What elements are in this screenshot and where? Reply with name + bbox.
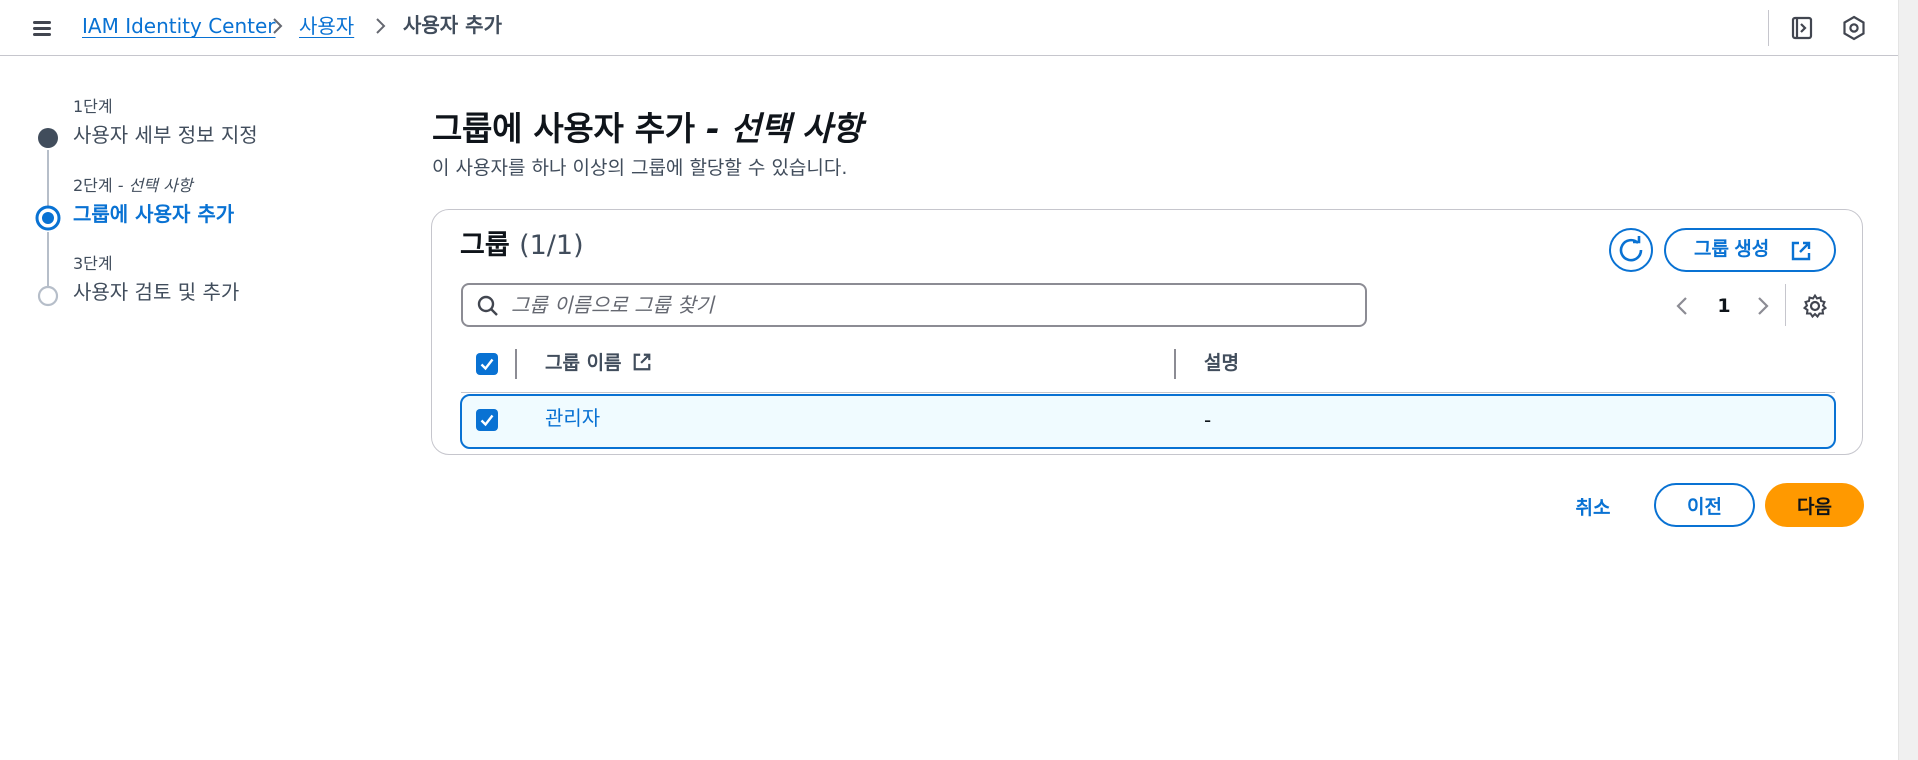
- topbar-divider: [1768, 10, 1769, 46]
- page-title: 그룹에 사용자 추가 - 선택 사항: [432, 109, 863, 148]
- step-2-title: 그룹에 사용자 추가: [73, 202, 235, 226]
- group-name-link[interactable]: 관리자: [545, 405, 600, 431]
- chevron-right-icon[interactable]: [1750, 294, 1774, 318]
- side-panel-icon[interactable]: [1788, 14, 1816, 42]
- top-navigation-bar: IAM Identity Center 사용자 사용자 추가: [0, 0, 1898, 56]
- step-3-title: 사용자 검토 및 추가: [73, 280, 240, 304]
- search-input[interactable]: [511, 291, 1351, 319]
- step-completed-icon: [38, 128, 58, 148]
- gear-icon[interactable]: [1802, 293, 1828, 319]
- chevron-right-icon: [376, 18, 386, 34]
- group-search-field[interactable]: [461, 283, 1367, 327]
- breadcrumb-iam-identity-center[interactable]: IAM Identity Center: [82, 13, 276, 39]
- step-3-label: 3단계: [73, 254, 113, 273]
- pager-divider: [1785, 284, 1786, 326]
- select-all-checkbox[interactable]: [476, 353, 498, 375]
- breadcrumb-current-page: 사용자 추가: [403, 13, 502, 37]
- checkmark-icon: [480, 414, 494, 427]
- hamburger-icon[interactable]: [30, 16, 54, 40]
- breadcrumb-users[interactable]: 사용자: [299, 13, 354, 39]
- next-button[interactable]: 다음: [1765, 483, 1864, 527]
- hexagon-settings-icon[interactable]: [1840, 14, 1868, 42]
- column-separator: [515, 349, 517, 379]
- refresh-button[interactable]: [1609, 228, 1653, 272]
- step-connector: [47, 232, 49, 288]
- external-link-icon: [1791, 241, 1811, 261]
- step-pending-icon: [37, 285, 59, 307]
- current-page-number[interactable]: 1: [1712, 292, 1736, 320]
- page-description: 이 사용자를 하나 이상의 그룹에 할당할 수 있습니다.: [432, 157, 848, 179]
- checkmark-icon: [480, 358, 494, 371]
- create-group-button[interactable]: 그룹 생성: [1664, 228, 1836, 272]
- column-separator: [1174, 349, 1176, 379]
- step-connector: [47, 150, 49, 210]
- search-icon: [477, 295, 498, 316]
- external-link-icon: [633, 353, 651, 371]
- column-header-group-name[interactable]: 그룹 이름: [545, 350, 652, 376]
- page-scrollbar[interactable]: [1898, 0, 1918, 760]
- table-header-divider: [461, 392, 1835, 393]
- table-row[interactable]: [460, 394, 1836, 449]
- chevron-left-icon[interactable]: [1671, 294, 1695, 318]
- refresh-icon: [1619, 236, 1643, 262]
- chevron-right-icon: [273, 18, 283, 34]
- step-2-label: 2단계 - 선택 사항: [73, 176, 193, 195]
- cancel-button[interactable]: 취소: [1557, 486, 1629, 526]
- column-header-description: 설명: [1204, 352, 1239, 374]
- step-active-icon: [35, 205, 61, 231]
- previous-button[interactable]: 이전: [1654, 483, 1755, 527]
- group-description: -: [1204, 408, 1212, 432]
- step-1-title[interactable]: 사용자 세부 정보 지정: [73, 122, 258, 148]
- row-checkbox[interactable]: [476, 409, 498, 431]
- step-1-label: 1단계: [73, 97, 113, 116]
- groups-table-title: 그룹 (1/1): [460, 230, 584, 261]
